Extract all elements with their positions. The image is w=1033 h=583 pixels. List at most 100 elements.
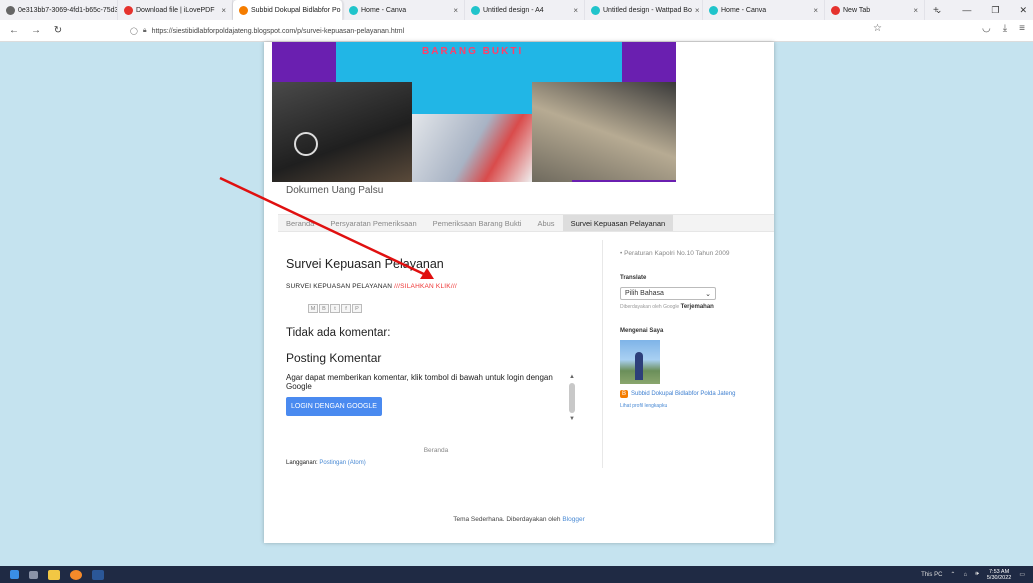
comment-frame: Agar dapat memberikan komentar, klik tom… [286,373,586,429]
firefox-icon[interactable] [70,569,82,580]
post-body: SURVEI KEPUASAN PELAYANAN ///SILAHKAN KL… [286,283,596,290]
blog-tab[interactable]: Abus [529,215,562,231]
comment-prompt: Agar dapat memberikan komentar, klik tom… [286,373,553,391]
address-bar[interactable]: ◯ 🔒︎ https://siestibidlabforpoldajateng.… [130,23,895,39]
post-title: Survei Kepuasan Pelayanan [286,257,444,271]
minimize-icon[interactable]: — [962,5,971,15]
comment-scrollbar[interactable]: ▲ ▼ [568,373,576,425]
word-icon[interactable] [92,569,104,580]
tab-close-icon[interactable]: × [913,6,918,15]
tab-label: New Tab [843,6,871,14]
reload-icon[interactable]: ↻ [50,25,66,36]
tab-label: Home - Canva [721,6,767,14]
police-emblem-icon [294,132,318,156]
translate-link[interactable]: Terjemahan [681,304,714,310]
restore-icon[interactable]: ❐ [991,5,999,16]
windows-start-icon[interactable] [10,570,19,579]
browser-tab[interactable]: Untitled design - A4 × [465,0,585,20]
scroll-thumb[interactable] [569,383,575,413]
system-tray: This PC ⌃ ⌂ 🕪︎ 7:53 AM 5/30/2022 ▭ [921,566,1025,583]
volume-icon[interactable]: 🕪︎ [975,571,979,578]
tab-close-icon[interactable]: × [573,6,578,15]
share-button[interactable]: B [319,304,329,313]
column-divider [602,240,603,468]
banner-photo-stamp [532,82,676,182]
tab-close-icon[interactable]: × [695,6,700,15]
clock-date: 5/30/2022 [986,574,1012,581]
browser-tab[interactable]: 0e313bb7-3069-4fd1-b65c-75d3e× [0,0,118,20]
profile-avatar[interactable] [620,340,660,384]
tab-list-icon[interactable]: ⌄ [935,5,943,16]
footer-text: Tema Sederhana. Diberdayakan oleh [453,516,563,523]
share-button[interactable]: t [330,304,340,313]
post-comment-heading: Posting Komentar [286,351,382,365]
browser-tab[interactable]: Untitled design - Wattpad Bo × [585,0,703,20]
blog-title[interactable]: Dokumen Uang Palsu [286,185,383,196]
subscribe-line: Langganan: Postingan (Atom) [286,460,596,466]
blog-nav-tabs: Beranda Persyaratan Pemeriksaan Pemeriksaa… [278,214,774,232]
tray-label[interactable]: This PC [921,572,942,578]
blog-tab[interactable]: Pemeriksaan Barang Bukti [425,215,530,231]
language-select[interactable]: Pilih Bahasa ⌄ [620,287,716,300]
sidebar-link-regulation[interactable]: • Peraturan Kapolri No.10 Tahun 2009 [620,250,770,257]
scroll-down-icon[interactable]: ▼ [568,415,576,423]
clock[interactable]: 7:53 AM 5/30/2022 [987,569,1011,581]
survey-link[interactable]: ///SILAHKAN KLIK/// [394,283,457,290]
browser-tab[interactable]: Home - Canva × [703,0,825,20]
browser-tab-bar: 0e313bb7-3069-4fd1-b65c-75d3e×Download f… [0,0,1033,20]
blogger-icon: B [620,390,628,398]
tray-chevron-icon[interactable]: ⌃ [950,571,955,578]
downloads-icon[interactable]: ⤓ [1003,23,1007,34]
network-icon[interactable]: ⌂ [963,572,967,578]
share-button[interactable]: M [308,304,318,313]
back-icon[interactable]: ← [6,25,22,36]
profile-name-row[interactable]: B Subbid Dokupal Bidlabfor Polda Jateng [620,390,770,398]
close-window-icon[interactable]: ✕ [1019,5,1027,16]
scroll-up-icon[interactable]: ▲ [568,373,576,381]
banner-photo-evidence-bags [412,114,532,182]
tab-favicon-icon [349,5,358,15]
pocket-icon[interactable]: ◡ [982,23,991,34]
translate-powered-by: Diberdayakan oleh Google Terjemahan [620,304,770,310]
task-view-icon[interactable] [29,570,38,579]
share-button[interactable]: P [352,304,362,313]
browser-tab[interactable]: New Tab × [825,0,925,20]
browser-tab[interactable]: Download file | iLovePDF × [118,0,233,20]
menu-icon[interactable]: ≡ [1019,23,1025,34]
notifications-icon[interactable]: ▭ [1019,571,1025,578]
bookmark-star-icon[interactable]: ☆ [873,23,882,34]
share-buttons: MBtfP [308,304,596,313]
blog-page: BARANG BUKTI Dokumen Uang Palsu Beranda P… [264,42,774,543]
share-button[interactable]: f [341,304,351,313]
blog-tab[interactable]: Persyaratan Pemeriksaan [322,215,424,231]
no-comments-heading: Tidak ada komentar: [286,327,391,339]
browser-nav-bar: ← → ↻ ◯ 🔒︎ https://siestibidlabforpoldaj… [0,20,1033,42]
tab-favicon-icon [239,5,248,15]
banner-photo-police-book [272,82,412,182]
about-me-heading: Mengenai Saya [620,328,664,334]
file-explorer-icon[interactable] [48,569,60,580]
blog-tab[interactable]: Beranda [278,215,322,231]
tab-favicon-icon [124,5,133,15]
login-google-button[interactable]: LOGIN DENGAN GOOGLE [286,397,382,416]
view-profile-link[interactable]: Lihat profil lengkapku [620,403,770,409]
tab-favicon-icon [591,5,600,15]
home-link[interactable]: Beranda [286,447,586,454]
translate-heading: Translate [620,275,647,281]
blog-tab[interactable]: Survei Kepuasan Pelayanan [562,215,674,231]
profile-name: Subbid Dokupal Bidlabfor Polda Jateng [631,391,736,397]
tab-label: 0e313bb7-3069-4fd1-b65c-75d3e [18,6,118,14]
main-column: Survei Kepuasan Pelayanan SURVEI KEPUASA… [286,247,596,466]
atom-feed-link[interactable]: Postingan (Atom) [319,460,365,466]
tab-close-icon[interactable]: × [813,6,818,15]
blogger-link[interactable]: Blogger [562,516,584,523]
banner-purple-right [622,42,676,82]
forward-icon[interactable]: → [28,25,44,36]
tab-close-icon[interactable]: × [453,6,458,15]
tab-close-icon[interactable]: × [221,6,226,15]
tab-favicon-icon [471,5,480,15]
browser-tab[interactable]: Home - Canva × [343,0,465,20]
banner-underline [572,180,676,182]
blog-header-banner[interactable]: BARANG BUKTI [272,42,676,182]
browser-tab[interactable]: Subbid Dokupal Bidlabfor Po× [233,0,343,20]
